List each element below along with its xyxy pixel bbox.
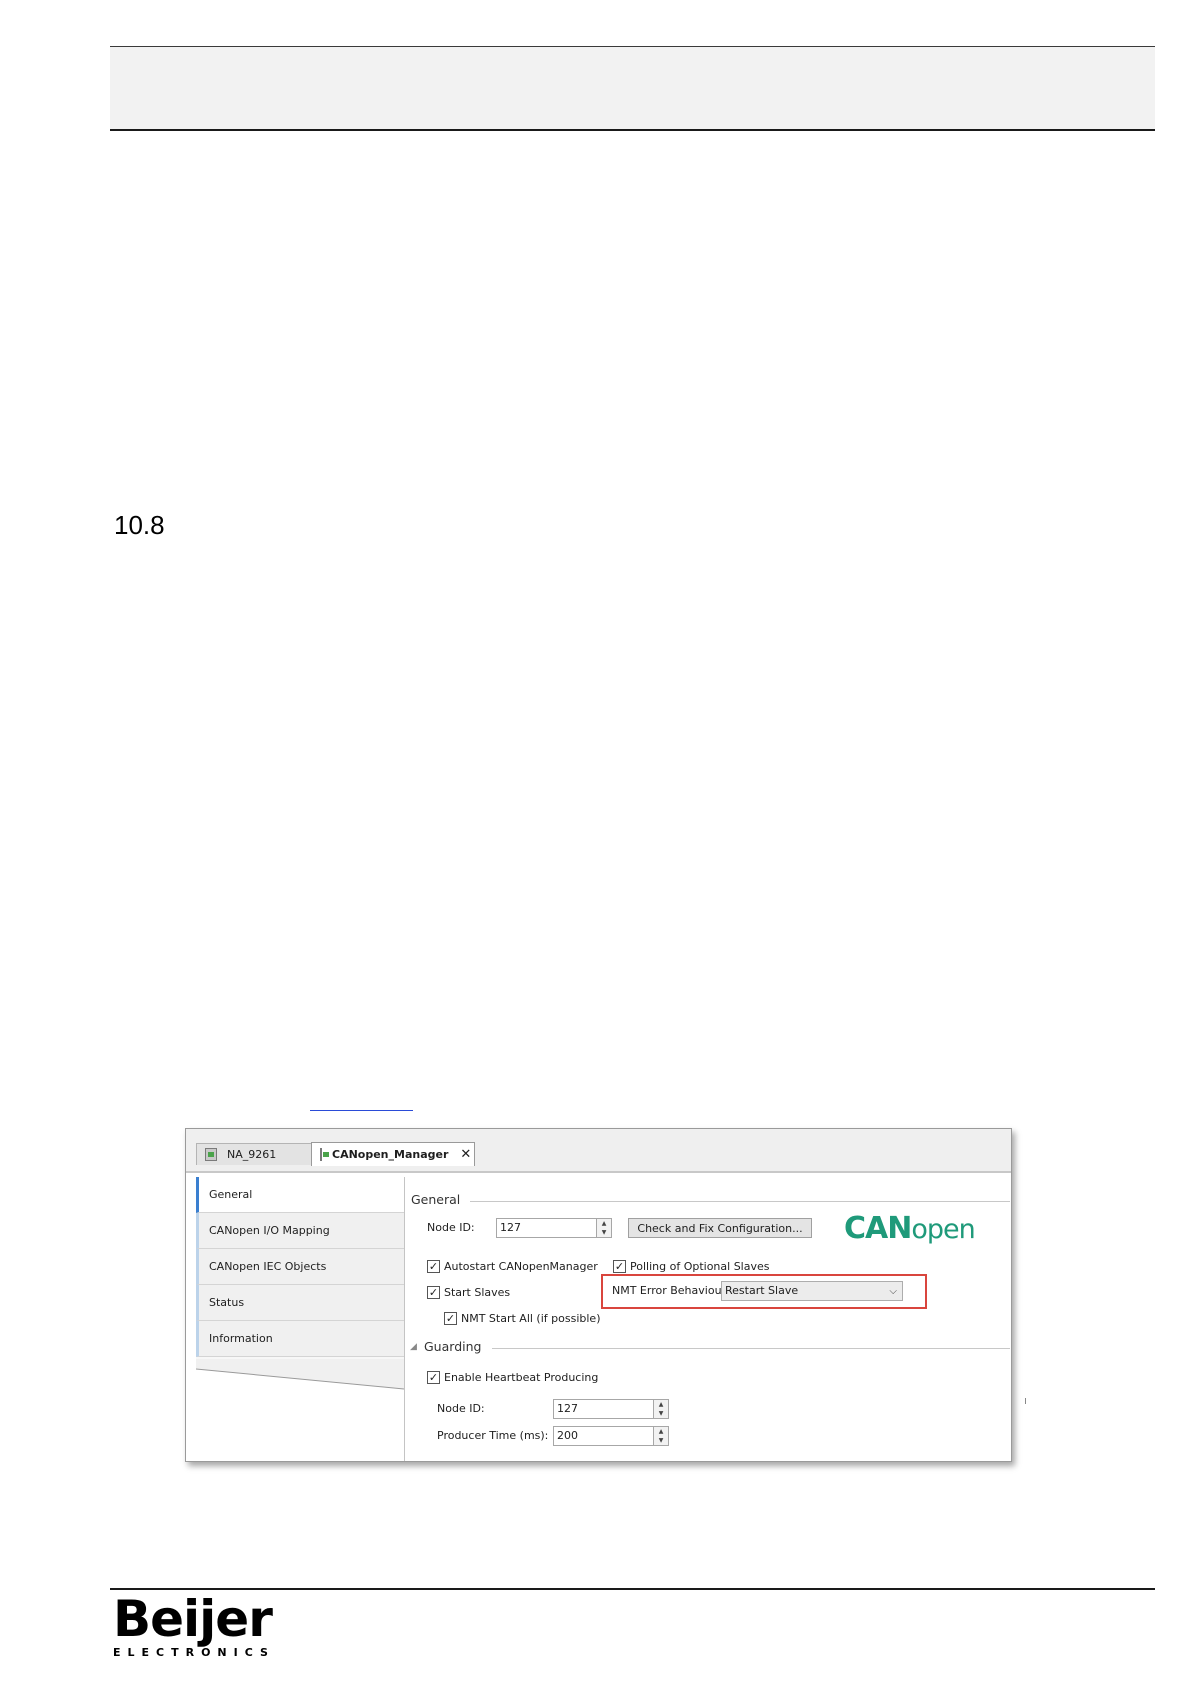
nav-skew-shape (196, 1359, 404, 1390)
beijer-electronics-logo: Beijer ELECTRONICS (113, 1594, 283, 1664)
beijer-logo-word: Beijer (113, 1590, 273, 1648)
check-fix-configuration-button[interactable]: Check and Fix Configuration... (628, 1218, 812, 1238)
close-icon[interactable]: ✕ (460, 1147, 471, 1162)
heartbeat-label: Enable Heartbeat Producing (444, 1371, 599, 1384)
guarding-group-divider (492, 1348, 1010, 1349)
guarding-node-id-value: 127 (557, 1402, 578, 1415)
nav-item-information[interactable]: Information (196, 1321, 404, 1357)
nav-item-label: CANopen IEC Objects (209, 1260, 327, 1273)
start-slaves-label: Start Slaves (444, 1286, 511, 1299)
nmt-error-dropdown[interactable]: Restart Slave ⌵ (721, 1281, 903, 1301)
spin-buttons[interactable]: ▲ ▼ (596, 1219, 611, 1237)
autostart-checkbox-row[interactable]: ✓ Autostart CANopenManager (427, 1260, 598, 1273)
nmt-start-all-label: NMT Start All (if possible) (461, 1312, 601, 1325)
device-icon (205, 1148, 217, 1161)
producer-time-stepper[interactable]: 200 ▲ ▼ (553, 1426, 669, 1446)
nav-item-canopen-io-mapping[interactable]: CANopen I/O Mapping (196, 1213, 404, 1249)
node-id-stepper[interactable]: 127 ▲ ▼ (496, 1218, 612, 1238)
guarding-node-id-stepper[interactable]: 127 ▲ ▼ (553, 1399, 669, 1419)
nmt-error-value: Restart Slave (725, 1284, 799, 1297)
nav-item-label: General (209, 1188, 253, 1201)
chevron-down-icon[interactable]: ⌵ (889, 1283, 897, 1301)
general-settings-panel: General Node ID: 127 ▲ ▼ Check and Fix C… (404, 1173, 1011, 1461)
spin-down-icon[interactable]: ▼ (654, 1409, 668, 1418)
nmt-start-all-checkbox-row[interactable]: ✓ NMT Start All (if possible) (444, 1312, 600, 1325)
device-icon (320, 1148, 329, 1161)
editor-tabstrip: NA_9261 CANopen_Manager ✕ (186, 1129, 1011, 1173)
scan-mark (1025, 1398, 1026, 1404)
section-number: 10.8 (114, 510, 165, 540)
tab-label: NA_9261 (227, 1148, 277, 1161)
autostart-label: Autostart CANopenManager (444, 1260, 598, 1273)
spin-down-icon[interactable]: ▼ (654, 1436, 668, 1445)
producer-time-value: 200 (557, 1429, 578, 1442)
start-slaves-checkbox[interactable]: ✓ (427, 1286, 440, 1299)
canopen-logo-bold: CAN (844, 1211, 912, 1246)
collapse-triangle-icon[interactable]: ◢ (410, 1342, 417, 1352)
guarding-node-id-label: Node ID: (437, 1402, 485, 1415)
polling-checkbox[interactable]: ✓ (613, 1260, 626, 1273)
canopen-manager-screenshot: NA_9261 CANopen_Manager ✕ General CANope… (185, 1128, 1012, 1462)
spin-up-icon[interactable]: ▲ (654, 1400, 668, 1409)
beijer-logo-sub: ELECTRONICS (113, 1646, 275, 1659)
heartbeat-checkbox[interactable]: ✓ (427, 1371, 440, 1384)
nmt-error-label: NMT Error Behaviour: (612, 1284, 730, 1297)
left-navigation: General CANopen I/O Mapping CANopen IEC … (196, 1177, 405, 1461)
tab-label: CANopen_Manager (332, 1148, 449, 1161)
start-slaves-checkbox-row[interactable]: ✓ Start Slaves (427, 1286, 510, 1299)
general-group-title: General (411, 1192, 461, 1207)
nav-item-label: Information (209, 1332, 273, 1345)
nav-item-label: CANopen I/O Mapping (209, 1224, 330, 1237)
nmt-start-all-checkbox[interactable]: ✓ (444, 1312, 457, 1325)
general-group-divider (470, 1201, 1010, 1202)
nav-item-status[interactable]: Status (196, 1285, 404, 1321)
tab-na-9261[interactable]: NA_9261 (196, 1143, 316, 1165)
hyperlink-underline[interactable] (310, 1110, 413, 1111)
spin-down-icon[interactable]: ▼ (597, 1228, 611, 1237)
nav-item-general[interactable]: General (196, 1177, 404, 1213)
guarding-group-title: Guarding (424, 1339, 482, 1354)
polling-label: Polling of Optional Slaves (630, 1260, 770, 1273)
canopen-logo-light: open (911, 1214, 975, 1245)
canopen-logo: CANopen (844, 1211, 976, 1246)
spin-buttons[interactable]: ▲ ▼ (653, 1400, 668, 1418)
nav-item-canopen-iec-objects[interactable]: CANopen IEC Objects (196, 1249, 404, 1285)
page-header-band (110, 46, 1155, 131)
node-id-value: 127 (500, 1221, 521, 1234)
autostart-checkbox[interactable]: ✓ (427, 1260, 440, 1273)
spin-up-icon[interactable]: ▲ (597, 1219, 611, 1228)
node-id-label: Node ID: (427, 1221, 475, 1234)
nav-item-label: Status (209, 1296, 245, 1309)
spin-buttons[interactable]: ▲ ▼ (653, 1427, 668, 1445)
spin-up-icon[interactable]: ▲ (654, 1427, 668, 1436)
nav-panel-footer (196, 1359, 404, 1461)
heartbeat-checkbox-row[interactable]: ✓ Enable Heartbeat Producing (427, 1371, 598, 1384)
producer-time-label: Producer Time (ms): (437, 1429, 549, 1442)
polling-checkbox-row[interactable]: ✓ Polling of Optional Slaves (613, 1260, 769, 1273)
tab-canopen-manager[interactable]: CANopen_Manager ✕ (311, 1142, 475, 1166)
